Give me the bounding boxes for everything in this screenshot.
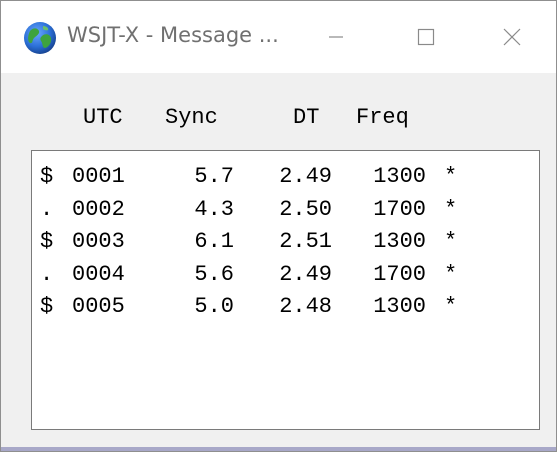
column-header-utc: UTC (83, 105, 123, 130)
title-bar[interactable]: WSJT-X - Message ... (1, 1, 556, 73)
row-dt: 2.49 (279, 261, 332, 287)
message-averaging-window: WSJT-X - Message ... UTC Sync DT Freq $0… (0, 0, 557, 452)
message-list[interactable]: $0001 5.7 2.49 1300 *. 0002 4.3 2.50 1700 * $0003 6… (31, 150, 540, 430)
message-row[interactable]: $0001 5.7 2.49 1300 * (32, 164, 539, 198)
row-freq: 1300 (373, 294, 426, 319)
row-freq: 1700 (373, 261, 426, 287)
row-utc: 0003 (72, 229, 125, 254)
column-header-freq: Freq (356, 105, 409, 130)
column-header-sync: Sync (165, 105, 218, 130)
row-dt: 2.49 (279, 164, 332, 189)
row-freq: 1300 (373, 229, 426, 254)
message-row[interactable]: . 0002 4.3 2.50 1700 * (32, 197, 539, 231)
row-flag: * (444, 164, 458, 189)
row-marker: $ (40, 164, 54, 189)
column-header-row: UTC Sync DT Freq (1, 73, 556, 145)
maximize-icon (417, 28, 435, 46)
row-flag: * (444, 261, 458, 287)
row-sync: 5.6 (194, 261, 234, 287)
message-row[interactable]: $0005 5.0 2.48 1300 * (32, 294, 539, 328)
minimize-icon (329, 36, 343, 38)
row-sync: 4.3 (194, 196, 234, 222)
row-dt: 2.48 (279, 294, 332, 319)
row-freq: 1700 (373, 196, 426, 222)
row-dt: 2.51 (279, 229, 332, 254)
row-utc: 0001 (72, 164, 125, 189)
close-button[interactable] (477, 1, 547, 73)
message-row[interactable]: . 0004 5.6 2.49 1700 * (32, 262, 539, 296)
row-flag: * (444, 196, 458, 222)
row-freq: 1300 (373, 164, 426, 189)
row-marker: . (40, 196, 54, 222)
globe-icon (24, 22, 56, 54)
column-header-dt: DT (293, 105, 320, 130)
row-utc: 0004 (72, 261, 125, 287)
row-marker: $ (40, 294, 54, 319)
row-dt: 2.50 (279, 196, 332, 222)
row-marker: $ (40, 229, 54, 254)
window-title: WSJT-X - Message ... (67, 23, 279, 47)
row-flag: * (444, 229, 458, 254)
minimize-button[interactable] (301, 1, 371, 73)
row-sync: 5.7 (194, 164, 234, 189)
maximize-button[interactable] (391, 1, 461, 73)
row-utc: 0002 (72, 196, 125, 222)
row-flag: * (444, 294, 458, 319)
row-sync: 6.1 (194, 229, 234, 254)
close-icon (503, 28, 521, 46)
message-row[interactable]: $0003 6.1 2.51 1300 * (32, 229, 539, 263)
row-utc: 0005 (72, 294, 125, 319)
row-sync: 5.0 (194, 294, 234, 319)
row-marker: . (40, 261, 54, 287)
window-bottom-border (1, 447, 556, 451)
